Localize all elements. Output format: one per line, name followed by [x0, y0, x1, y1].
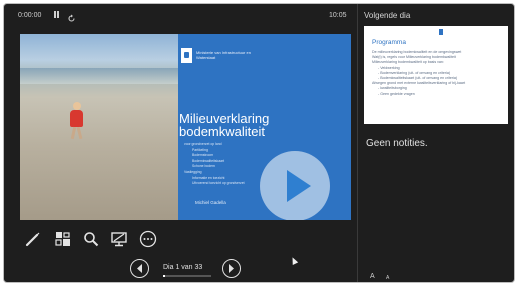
- arrow-right-icon: [229, 264, 234, 273]
- next-slide-preview[interactable]: Programma De milieuverklaring bodemkwali…: [364, 26, 508, 124]
- ministry-name: Ministerie van Infrastructuur en Waterst…: [196, 50, 251, 60]
- next-slide-lines: De milieuverklaring bodemkwaliteit en de…: [372, 50, 504, 97]
- monitor-icon[interactable]: [110, 230, 128, 248]
- child-figure-leg: [76, 126, 83, 140]
- slide-counter[interactable]: Dia 1 van 33: [163, 264, 202, 271]
- beach-photo: [20, 34, 178, 220]
- mouse-cursor: [289, 256, 299, 265]
- next-slide-button[interactable]: [222, 259, 241, 278]
- ellipsis-icon[interactable]: [139, 230, 157, 248]
- pause-icon[interactable]: [54, 11, 60, 19]
- government-logo: [439, 29, 443, 35]
- elapsed-timer: 0:00:00: [18, 12, 42, 19]
- government-logo: [181, 48, 192, 63]
- slide-author: Michiel Gadella: [195, 200, 226, 205]
- slides-grid-icon[interactable]: [54, 230, 72, 248]
- increase-text-size-button[interactable]: A: [370, 273, 375, 280]
- slide-title: Milieuverklaring bodemkwaliteit: [179, 111, 270, 139]
- magnifier-icon[interactable]: [82, 230, 100, 248]
- pen-icon[interactable]: [24, 230, 42, 248]
- arrow-left-icon: [137, 264, 142, 273]
- child-figure-leg: [70, 126, 77, 140]
- decrease-text-size-button[interactable]: A: [386, 275, 389, 281]
- previous-slide-button[interactable]: [130, 259, 149, 278]
- reset-icon[interactable]: [67, 10, 76, 22]
- presenter-view-window: 0:00:00 10:05 Ministerie van Infrastruct…: [3, 3, 515, 283]
- play-icon: [287, 170, 311, 202]
- slide-progress-fill: [163, 275, 165, 277]
- next-slide-title: Programma: [372, 39, 406, 46]
- slide-navigation: Dia 1 van 33: [130, 259, 246, 279]
- slide-progress-bar: [163, 275, 211, 277]
- child-figure: [73, 102, 81, 110]
- presenter-toolbar: 0:00:00 10:05: [4, 4, 355, 24]
- panel-divider[interactable]: [357, 4, 358, 282]
- child-figure-body: [70, 110, 83, 127]
- sea: [20, 68, 178, 84]
- current-slide[interactable]: Ministerie van Infrastructuur en Waterst…: [20, 34, 351, 220]
- next-slide-label: Volgende dia: [364, 11, 411, 20]
- play-button[interactable]: [260, 151, 330, 220]
- next-slide-line: - Geen gedekte vragen: [378, 91, 415, 96]
- clock: 10:05: [329, 12, 347, 19]
- speaker-notes[interactable]: Geen notities.: [366, 138, 428, 149]
